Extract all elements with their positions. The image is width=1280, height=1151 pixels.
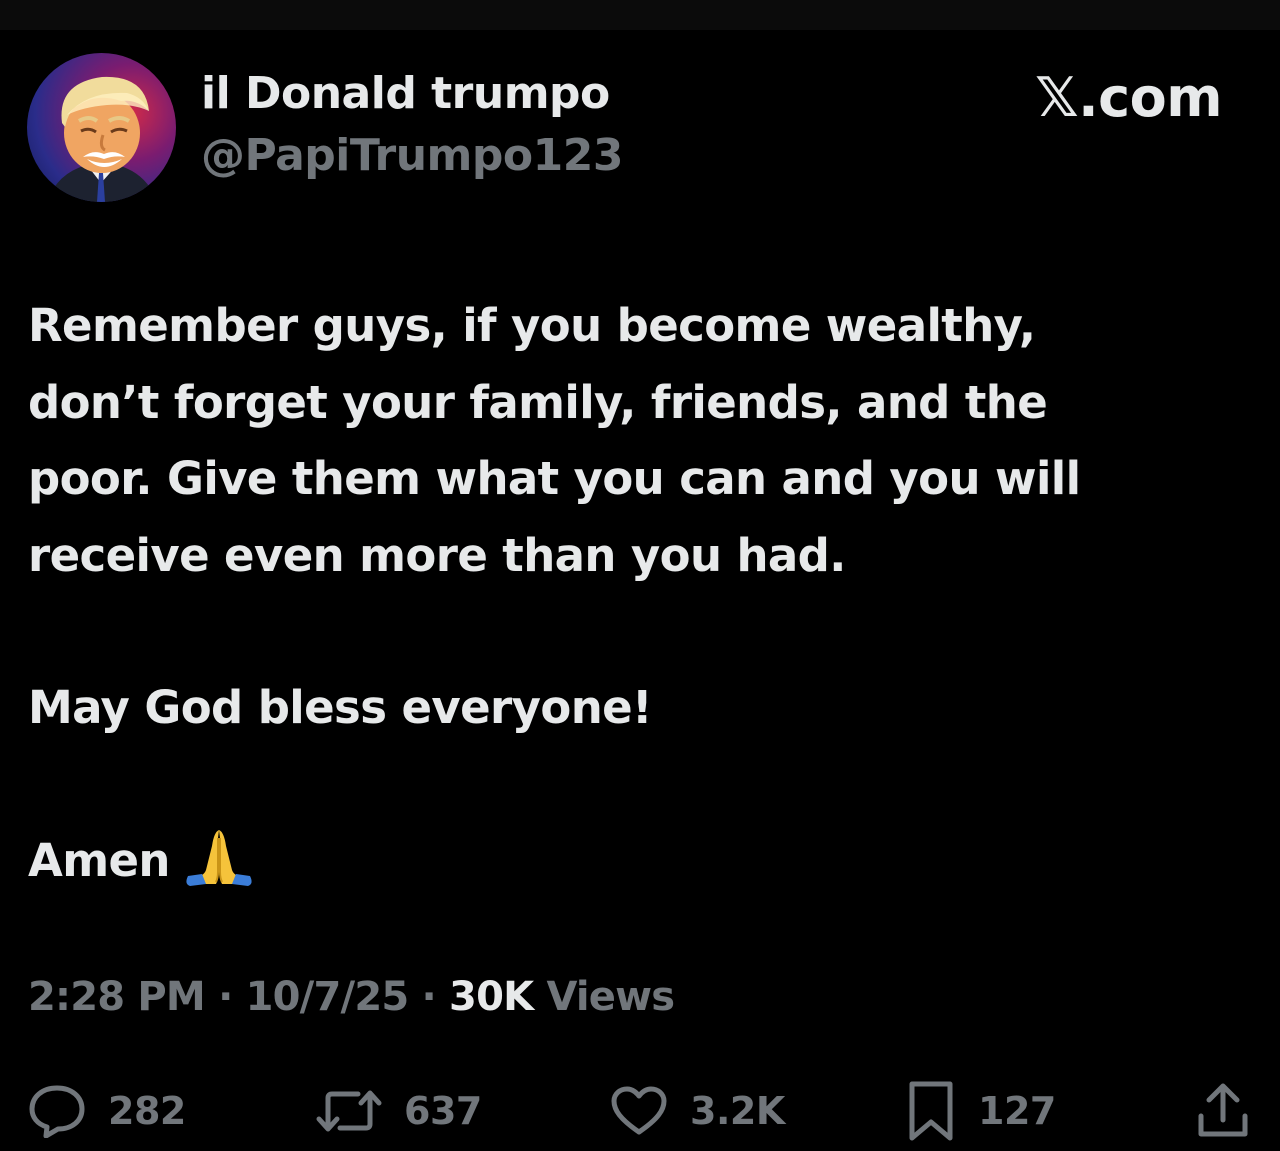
- share-button[interactable]: [1196, 1080, 1250, 1142]
- folded-hands-emoji-icon: [184, 824, 254, 886]
- meta-separator: ·: [408, 974, 450, 1020]
- reply-button[interactable]: 282: [28, 1080, 186, 1142]
- bookmark-icon: [909, 1081, 953, 1141]
- tweet-paragraph: May God bless everyone!: [28, 681, 653, 734]
- brand-logo[interactable]: 𝕏.com: [1035, 66, 1222, 129]
- tweet-meta: 2:28 PM · 10/7/25 · 30K Views: [28, 974, 675, 1020]
- author-handle[interactable]: @PapiTrumpo123: [201, 130, 623, 181]
- tweet-text: Remember guys, if you become wealthy, do…: [28, 288, 1258, 899]
- bookmark-button[interactable]: 127: [906, 1080, 1056, 1142]
- avatar[interactable]: [27, 53, 176, 202]
- tweet-paragraph-last: Amen: [28, 823, 1258, 900]
- profile-photo-icon: [47, 76, 157, 202]
- meta-separator: ·: [204, 974, 246, 1020]
- author-display-name[interactable]: il Donald trumpo: [201, 68, 610, 119]
- bookmark-count: 127: [978, 1089, 1056, 1133]
- repost-icon: [316, 1090, 382, 1132]
- like-count: 3.2K: [690, 1089, 785, 1133]
- views-count: 30K: [449, 974, 534, 1020]
- top-bar: [0, 0, 1280, 30]
- reply-icon: [29, 1085, 85, 1138]
- repost-button[interactable]: 637: [316, 1080, 482, 1142]
- tweet-paragraph: Remember guys, if you become wealthy, do…: [28, 299, 1081, 582]
- tweet-time[interactable]: 2:28 PM: [28, 974, 206, 1020]
- reply-count: 282: [108, 1089, 186, 1133]
- like-button[interactable]: 3.2K: [610, 1080, 785, 1142]
- tweet-date[interactable]: 10/7/25: [246, 974, 410, 1020]
- heart-icon: [611, 1086, 667, 1135]
- repost-count: 637: [404, 1089, 482, 1133]
- tweet-paragraph-text: Amen: [28, 833, 170, 887]
- views-label: Views: [533, 974, 675, 1020]
- tweet-actions: 282 637 3.2K 127: [0, 1080, 1280, 1142]
- share-icon: [1198, 1083, 1248, 1137]
